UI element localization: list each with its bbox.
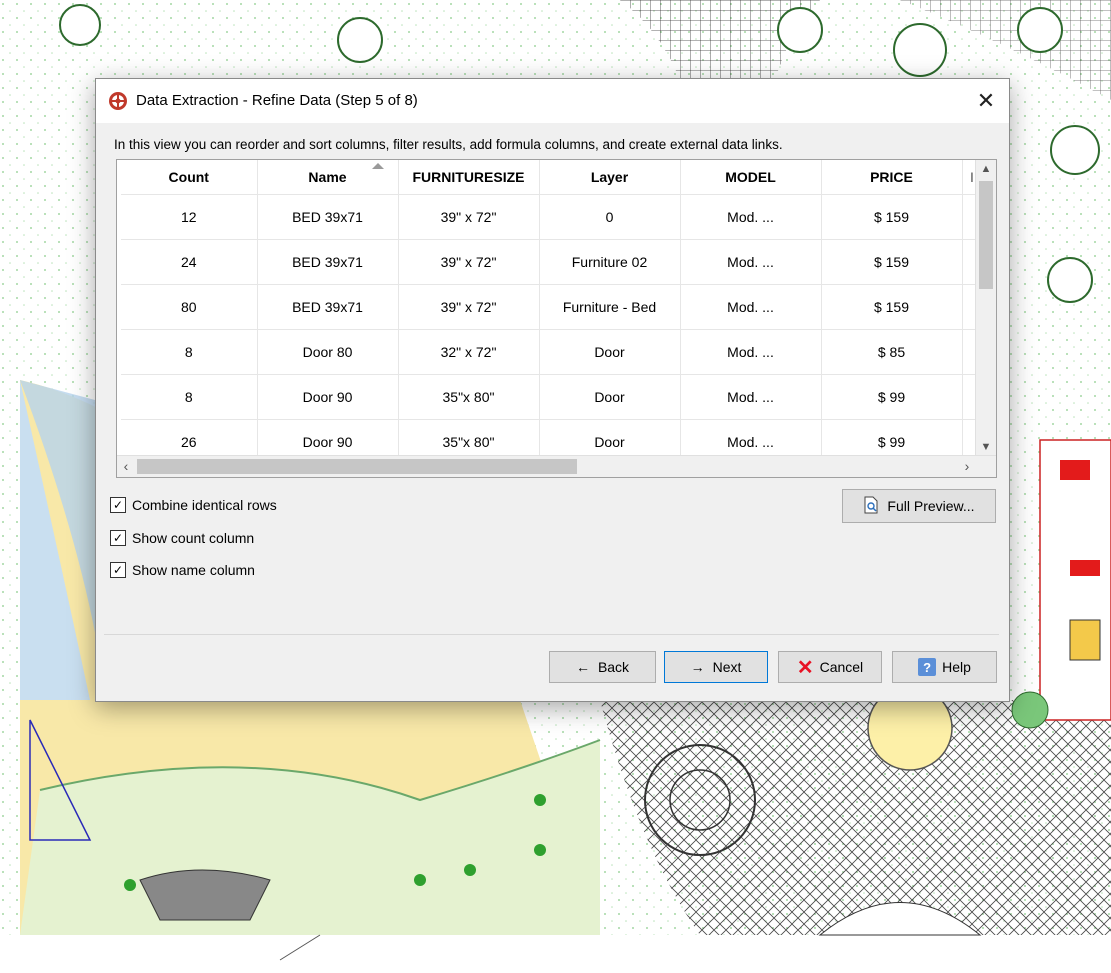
column-header-layer[interactable]: Layer: [539, 160, 681, 195]
cell-model: Mod. ...: [680, 284, 822, 330]
table-row[interactable]: 80 BED 39x71 39" x 72" Furniture - Bed M…: [121, 284, 983, 330]
cell-count: 24: [121, 239, 258, 285]
show-count-column-label: Show count column: [132, 530, 255, 546]
combine-identical-rows-option[interactable]: ✓ Combine identical rows: [110, 497, 277, 513]
column-header-name[interactable]: Name: [257, 160, 399, 195]
cell-name: BED 39x71: [257, 239, 399, 285]
horizontal-scrollbar[interactable]: ‹ ›: [117, 455, 996, 477]
full-preview-label: Full Preview...: [887, 498, 975, 514]
table-header-row: Count Name FURNITURESIZE Layer MODEL PRI…: [121, 160, 983, 195]
cell-furnituresize: 39" x 72": [398, 239, 540, 285]
table-row[interactable]: 8 Door 90 35"x 80" Door Mod. ... $ 99: [121, 374, 983, 420]
horizontal-scroll-thumb[interactable]: [137, 459, 577, 474]
footer-separator: [104, 634, 999, 635]
cell-model: Mod. ...: [680, 374, 822, 420]
scroll-left-icon[interactable]: ‹: [117, 456, 135, 477]
cell-count: 80: [121, 284, 258, 330]
help-question-icon: ?: [918, 658, 937, 676]
cell-furnituresize: 39" x 72": [398, 194, 540, 240]
back-button[interactable]: ← Back: [549, 651, 656, 683]
help-button[interactable]: ? Help: [892, 651, 997, 683]
cell-layer: Door: [539, 329, 681, 375]
help-label: Help: [942, 659, 971, 675]
cancel-x-icon: ✕: [796, 656, 814, 679]
cell-name: Door 80: [257, 329, 399, 375]
data-table: Count Name FURNITURESIZE Layer MODEL PRI…: [121, 160, 983, 465]
show-count-column-option[interactable]: ✓ Show count column: [110, 530, 254, 546]
full-preview-button[interactable]: Full Preview...: [842, 489, 996, 523]
cell-name: BED 39x71: [257, 284, 399, 330]
cell-name: Door 90: [257, 374, 399, 420]
cell-model: Mod. ...: [680, 194, 822, 240]
vertical-scrollbar[interactable]: ▲ ▼: [975, 160, 996, 456]
cell-layer: 0: [539, 194, 681, 240]
combine-identical-rows-checkbox[interactable]: ✓: [110, 497, 126, 513]
cell-price: $ 159: [821, 194, 963, 240]
cell-model: Mod. ...: [680, 239, 822, 285]
data-grid: Count Name FURNITURESIZE Layer MODEL PRI…: [116, 159, 997, 478]
data-extraction-dialog: Data Extraction - Refine Data (Step 5 of…: [95, 78, 1010, 702]
cell-count: 8: [121, 329, 258, 375]
cancel-label: Cancel: [819, 659, 864, 675]
scroll-down-icon[interactable]: ▼: [976, 438, 996, 456]
cell-count: 12: [121, 194, 258, 240]
cell-price: $ 159: [821, 239, 963, 285]
sort-ascending-icon: [371, 163, 384, 169]
table-row[interactable]: 24 BED 39x71 39" x 72" Furniture 02 Mod.…: [121, 239, 983, 285]
show-name-column-checkbox[interactable]: ✓: [110, 562, 126, 578]
dialog-titlebar: Data Extraction - Refine Data (Step 5 of…: [96, 79, 1009, 123]
table-row[interactable]: 12 BED 39x71 39" x 72" 0 Mod. ... $ 159: [121, 194, 983, 240]
cancel-button[interactable]: ✕ Cancel: [778, 651, 882, 683]
column-header-price[interactable]: PRICE: [821, 160, 963, 195]
close-icon: ✕: [976, 88, 996, 113]
cell-layer: Door: [539, 374, 681, 420]
show-count-column-checkbox[interactable]: ✓: [110, 530, 126, 546]
cell-price: $ 159: [821, 284, 963, 330]
column-header-model[interactable]: MODEL: [680, 160, 822, 195]
scroll-right-icon[interactable]: ›: [958, 456, 976, 477]
next-button[interactable]: → Next: [664, 651, 768, 683]
close-button[interactable]: ✕: [963, 79, 1009, 123]
back-label: Back: [597, 659, 630, 675]
next-label: Next: [712, 659, 742, 675]
arrow-right-icon: →: [690, 659, 705, 675]
cell-name: BED 39x71: [257, 194, 399, 240]
cell-price: $ 99: [821, 374, 963, 420]
cell-furnituresize: 39" x 72": [398, 284, 540, 330]
preview-magnifier-icon: [863, 496, 879, 517]
data-extraction-icon: [109, 92, 127, 110]
cell-model: Mod. ...: [680, 329, 822, 375]
show-name-column-label: Show name column: [132, 562, 255, 578]
show-name-column-option[interactable]: ✓ Show name column: [110, 562, 255, 578]
dialog-title: Data Extraction - Refine Data (Step 5 of…: [136, 92, 418, 109]
column-header-name-label: Name: [308, 169, 347, 185]
cell-layer: Furniture - Bed: [539, 284, 681, 330]
combine-identical-rows-label: Combine identical rows: [132, 497, 277, 513]
column-header-furnituresize[interactable]: FURNITURESIZE: [398, 160, 540, 195]
cell-count: 8: [121, 374, 258, 420]
cell-layer: Furniture 02: [539, 239, 681, 285]
cell-price: $ 85: [821, 329, 963, 375]
scroll-up-icon[interactable]: ▲: [976, 160, 996, 178]
intro-text: In this view you can reorder and sort co…: [114, 137, 783, 152]
cell-furnituresize: 32" x 72": [398, 329, 540, 375]
cell-furnituresize: 35"x 80": [398, 374, 540, 420]
arrow-left-icon: ←: [575, 659, 590, 675]
table-row[interactable]: 8 Door 80 32" x 72" Door Mod. ... $ 85: [121, 329, 983, 375]
column-header-count[interactable]: Count: [121, 160, 258, 195]
vertical-scroll-thumb[interactable]: [979, 181, 993, 289]
